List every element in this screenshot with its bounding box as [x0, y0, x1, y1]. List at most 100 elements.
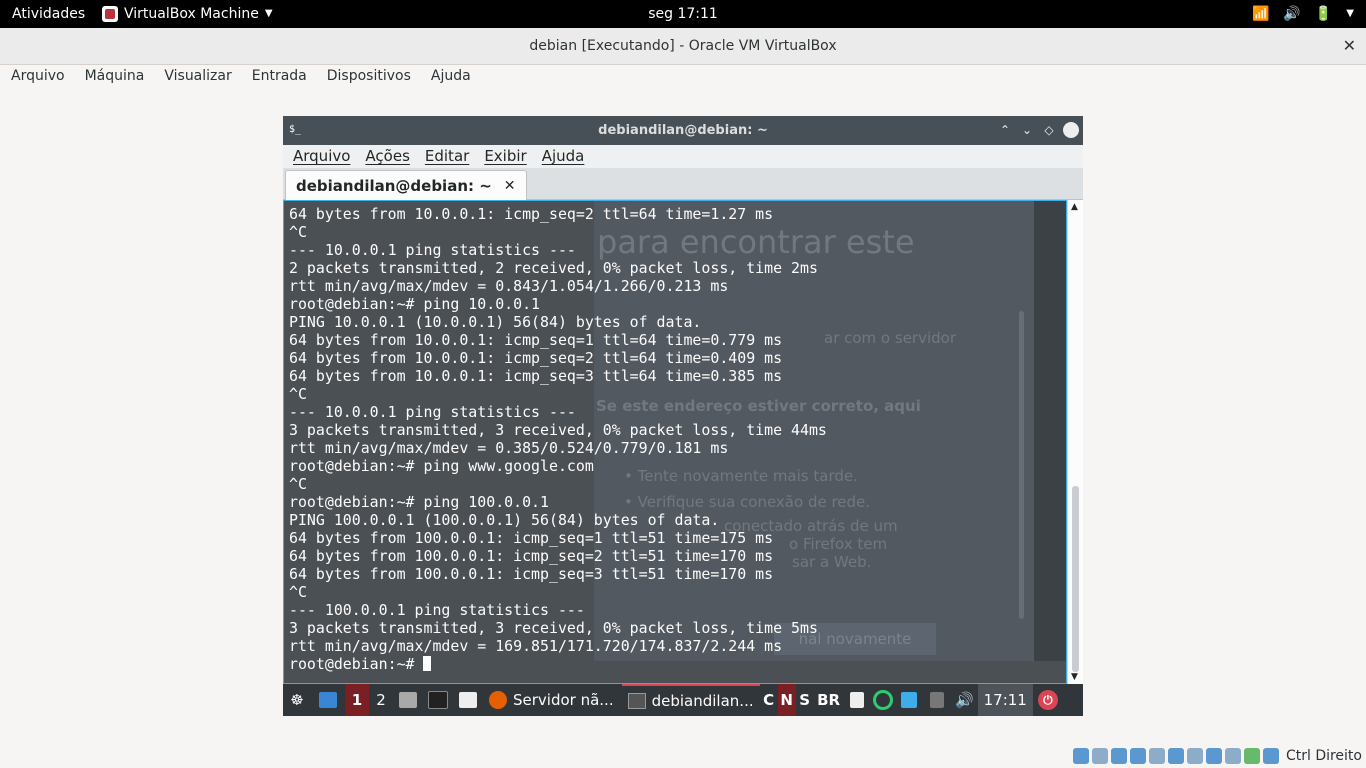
host-key-label: Ctrl Direito: [1285, 748, 1362, 764]
terminal-output: 64 bytes from 10.0.0.1: icmp_seq=2 ttl=6…: [289, 205, 827, 673]
text-cursor: [423, 656, 432, 671]
terminal-line: rtt min/avg/max/mdev = 169.851/171.720/1…: [289, 637, 783, 655]
terminal-icon: [627, 693, 646, 709]
power-icon: ⏻: [1037, 690, 1058, 710]
optical-drive-icon[interactable]: [1091, 748, 1108, 764]
usb-icon[interactable]: [1148, 748, 1165, 764]
tab-label: debiandilan@debian: ~: [296, 176, 492, 195]
virtual-desktop-2[interactable]: 2: [369, 684, 393, 716]
terminal-launcher-icon[interactable]: [423, 684, 453, 716]
shared-folders-icon[interactable]: [1167, 748, 1184, 764]
keyboard-icon[interactable]: [1262, 748, 1279, 764]
terminal-line: PING 100.0.0.1 (100.0.0.1) 56(84) bytes …: [289, 511, 720, 529]
konsole-menu-arquivo[interactable]: Arquivo: [283, 145, 355, 168]
task-label: Servidor nã...: [513, 691, 614, 709]
terminal-line: 64 bytes from 10.0.0.1: icmp_seq=3 ttl=6…: [289, 367, 783, 385]
konsole-tab-bar: debiandilan@debian: ~ ✕: [283, 168, 1083, 200]
terminal-line: ^C: [289, 385, 307, 403]
close-icon[interactable]: ✕: [1063, 122, 1079, 138]
terminal-line: 64 bytes from 100.0.0.1: icmp_seq=2 ttl=…: [289, 547, 774, 565]
virtualbox-status-bar: Ctrl Direito: [1072, 746, 1362, 766]
system-status-area[interactable]: 📶 🔊 🔋 ▼: [1252, 0, 1354, 28]
guest-taskbar: ☸ 1 2 Servidor nã... debiandilan... C N …: [283, 684, 1083, 716]
terminal-line: rtt min/avg/max/mdev = 0.385/0.524/0.779…: [289, 439, 729, 457]
maximize-icon[interactable]: ◇: [1041, 122, 1057, 138]
konsole-menu-exibir[interactable]: Exibir: [474, 145, 531, 168]
notifications-icon[interactable]: [896, 684, 922, 716]
firefox-icon: [489, 691, 507, 709]
terminal-line: root@debian:~# ping www.google.com: [289, 457, 594, 475]
battery-icon: 🔋: [1314, 6, 1333, 22]
terminal-line: ^C: [289, 223, 307, 241]
menu-arquivo[interactable]: Arquivo: [0, 65, 74, 89]
guest-display[interactable]: $_ debiandilan@debian: ~ ⌃ ⌄ ◇ ✕ Arquivo…: [283, 116, 1083, 716]
virtualbox-titlebar: debian [Executando] - Oracle VM VirtualB…: [0, 28, 1366, 65]
top-bar-clock[interactable]: seg 17:11: [0, 0, 1366, 28]
close-icon[interactable]: ✕: [1343, 28, 1356, 64]
menu-entrada[interactable]: Entrada: [241, 65, 316, 89]
scroll-up-icon[interactable]: ▲: [1071, 202, 1078, 212]
show-desktop-icon[interactable]: [311, 684, 345, 716]
harddisk-icon[interactable]: [1072, 748, 1089, 764]
display-icon[interactable]: [1186, 748, 1203, 764]
scrollbar-thumb[interactable]: [1072, 486, 1079, 672]
terminal-line: PING 10.0.0.1 (10.0.0.1) 56(84) bytes of…: [289, 313, 702, 331]
power-button[interactable]: ⏻: [1033, 684, 1063, 716]
tab-terminal[interactable]: debiandilan@debian: ~ ✕: [285, 170, 527, 200]
terminal-line: 64 bytes from 10.0.0.1: icmp_seq=2 ttl=6…: [289, 349, 783, 367]
window-title: debian [Executando] - Oracle VM VirtualB…: [529, 38, 837, 54]
terminal-line: 64 bytes from 100.0.0.1: icmp_seq=3 ttl=…: [289, 565, 774, 583]
menu-visualizar[interactable]: Visualizar: [153, 65, 240, 89]
close-icon[interactable]: ✕: [504, 178, 516, 194]
task-label: debiandilan...: [651, 692, 754, 710]
terminal-view[interactable]: para encontrar este ar com o servidor Se…: [283, 200, 1067, 684]
indicator-num: N: [777, 684, 796, 716]
chevron-down-icon: ▼: [1346, 8, 1354, 19]
konsole-menu-ajuda[interactable]: Ajuda: [532, 145, 590, 168]
video-capture-icon[interactable]: [1205, 748, 1222, 764]
text-editor-icon[interactable]: [453, 684, 483, 716]
terminal-line: --- 10.0.0.1 ping statistics ---: [289, 241, 576, 259]
keep-above-icon[interactable]: ⌃: [997, 122, 1013, 138]
terminal-line: 2 packets transmitted, 2 received, 0% pa…: [289, 259, 818, 277]
volume-icon: 🔊: [1283, 6, 1301, 22]
network-status-icon[interactable]: [870, 684, 896, 716]
task-konsole[interactable]: debiandilan...: [621, 684, 760, 716]
ghost-scrollbar: [1019, 311, 1024, 619]
virtual-desktop-1[interactable]: 1: [345, 684, 369, 716]
scroll-down-icon[interactable]: ▼: [1071, 672, 1078, 682]
file-manager-icon[interactable]: [393, 684, 423, 716]
konsole-window-title: debiandilan@debian: ~: [598, 123, 768, 138]
terminal-line: ^C: [289, 583, 307, 601]
task-firefox[interactable]: Servidor nã...: [483, 684, 622, 716]
minimize-icon[interactable]: ⌄: [1019, 122, 1035, 138]
updates-icon[interactable]: [922, 684, 952, 716]
konsole-menu-editar[interactable]: Editar: [415, 145, 474, 168]
virtualbox-menubar: Arquivo Máquina Visualizar Entrada Dispo…: [0, 65, 1366, 89]
konsole-titlebar[interactable]: $_ debiandilan@debian: ~ ⌃ ⌄ ◇ ✕: [283, 116, 1083, 145]
terminal-scrollbar[interactable]: ▲ ▼: [1067, 200, 1083, 684]
terminal-line: root@debian:~# ping 10.0.0.1: [289, 295, 541, 313]
virtualization-icon[interactable]: [1224, 748, 1241, 764]
menu-maquina[interactable]: Máquina: [74, 65, 154, 89]
audio-icon[interactable]: [1110, 748, 1127, 764]
menu-ajuda[interactable]: Ajuda: [420, 65, 480, 89]
gnome-top-bar: Atividades VirtualBox Machine ▼ seg 17:1…: [0, 0, 1366, 28]
terminal-line: ^C: [289, 475, 307, 493]
terminal-prompt: root@debian:~#: [289, 655, 424, 673]
clipboard-icon[interactable]: [844, 684, 870, 716]
guest-clock[interactable]: 17:11: [977, 684, 1033, 716]
terminal-right-strip: [1034, 201, 1066, 661]
mouse-integration-icon[interactable]: [1243, 748, 1260, 764]
menu-dispositivos[interactable]: Dispositivos: [316, 65, 420, 89]
application-launcher-icon[interactable]: ☸: [283, 684, 311, 716]
terminal-line: 64 bytes from 10.0.0.1: icmp_seq=1 ttl=6…: [289, 331, 783, 349]
keyboard-layout[interactable]: BR: [814, 684, 844, 716]
network-icon[interactable]: [1129, 748, 1146, 764]
volume-icon[interactable]: 🔊: [952, 684, 978, 716]
terminal-line: 64 bytes from 10.0.0.1: icmp_seq=2 ttl=6…: [289, 205, 774, 223]
indicator-caps: C: [763, 691, 775, 709]
ghost-text: ar com o servidor: [824, 329, 956, 347]
konsole-menu-acoes[interactable]: Ações: [355, 145, 414, 168]
terminal-line: root@debian:~# ping 100.0.0.1: [289, 493, 549, 511]
